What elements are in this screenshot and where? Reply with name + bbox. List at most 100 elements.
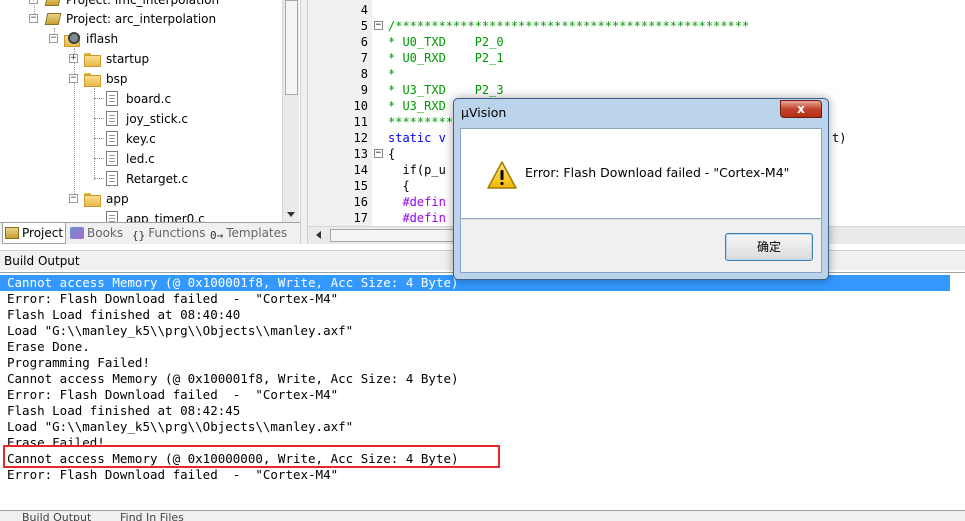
output-line[interactable]: Error: Flash Download failed - "Cortex-M… xyxy=(0,387,950,403)
scrollbar-thumb[interactable] xyxy=(330,229,456,242)
output-line[interactable]: Load "G:\\manley_k5\\prg\\Objects\\manle… xyxy=(0,419,950,435)
line-number: 8 xyxy=(360,67,368,81)
bottom-tab-bar: Build Output Find In Files xyxy=(0,510,965,521)
collapse-icon[interactable]: − xyxy=(49,34,58,43)
expand-icon[interactable]: + xyxy=(69,54,78,63)
fold-toggle-icon[interactable]: − xyxy=(374,21,383,30)
books-icon xyxy=(70,227,84,239)
tab-label: Functions xyxy=(148,226,206,240)
code-line: 4 xyxy=(308,2,965,18)
line-number: 5 xyxy=(360,19,368,33)
code-text: * U0_TXD P2_0 xyxy=(388,35,504,49)
pane-splitter[interactable] xyxy=(300,0,308,244)
line-number: 14 xyxy=(353,163,368,177)
tree-item-joy-stick-c[interactable]: joy_stick.c xyxy=(0,109,282,129)
code-text: if(p_u xyxy=(388,163,446,177)
line-number: 6 xyxy=(360,35,368,49)
tab-books[interactable]: Books xyxy=(68,223,128,244)
error-dialog: µVision x Error: Flash Download failed -… xyxy=(453,98,829,280)
code-line: 7 * U0_RXD P2_1 xyxy=(308,50,965,66)
code-line-12-tail: t) xyxy=(832,131,847,145)
output-line[interactable]: Load "G:\\manley_k5\\prg\\Objects\\manle… xyxy=(0,323,950,339)
line-number: 12 xyxy=(353,131,368,145)
tab-label: Project xyxy=(22,226,64,240)
tree-item-label: startup xyxy=(106,52,150,66)
tree-item-label: key.c xyxy=(126,132,156,146)
code-text: #defin xyxy=(388,195,446,209)
tree-item-bsp[interactable]: − bsp xyxy=(0,69,282,89)
expand-icon[interactable]: + xyxy=(29,0,38,4)
output-line[interactable]: Flash Load finished at 08:40:40 xyxy=(0,307,950,323)
tab-build-output[interactable]: Build Output xyxy=(22,511,91,521)
tree-item-project-arc[interactable]: − Project: arc_interpolation xyxy=(0,9,282,29)
file-icon xyxy=(106,111,118,126)
ok-button[interactable]: 确定 xyxy=(725,233,813,261)
dialog-footer: 确定 xyxy=(460,219,822,273)
line-number: 17 xyxy=(353,211,368,225)
tree-item-iflash[interactable]: − iflash xyxy=(0,29,282,49)
project-tree-pane: + Project: lmc_interpolation − Project: … xyxy=(0,0,300,222)
close-button[interactable]: x xyxy=(780,100,822,118)
tree-item-board-c[interactable]: board.c xyxy=(0,89,282,109)
tab-project[interactable]: Project xyxy=(2,223,66,244)
project-tree-scrollbar[interactable] xyxy=(282,0,299,222)
output-line[interactable]: Cannot access Memory (@ 0x100001f8, Writ… xyxy=(0,371,950,387)
collapse-icon[interactable]: − xyxy=(69,74,78,83)
line-number: 13 xyxy=(353,147,368,161)
tree-item-app[interactable]: − app xyxy=(0,189,282,209)
tree-item-label: iflash xyxy=(86,32,119,46)
functions-icon: {} xyxy=(132,229,146,242)
tree-item-label: app_timer0.c xyxy=(126,212,205,222)
tree-item-label: Retarget.c xyxy=(126,172,189,186)
tab-functions[interactable]: {} Functions xyxy=(130,223,206,244)
line-number: 7 xyxy=(360,51,368,65)
line-number: 15 xyxy=(353,179,368,193)
collapse-icon[interactable]: − xyxy=(29,14,38,23)
templates-icon: 0→ xyxy=(210,229,224,242)
tab-label: Books xyxy=(87,226,124,240)
collapse-icon[interactable]: − xyxy=(69,194,78,203)
code-text: * U0_RXD P2_1 xyxy=(388,51,504,65)
close-icon: x xyxy=(797,102,805,116)
code-text: #defin xyxy=(388,211,446,225)
code-line: 6 * U0_TXD P2_0 xyxy=(308,34,965,50)
fold-toggle-icon[interactable]: − xyxy=(374,149,383,158)
scroll-down-icon[interactable] xyxy=(287,212,295,217)
file-icon xyxy=(106,171,118,186)
line-number: 16 xyxy=(353,195,368,209)
error-highlight-box xyxy=(3,445,500,468)
output-line[interactable]: Flash Load finished at 08:42:45 xyxy=(0,403,950,419)
file-icon xyxy=(106,151,118,166)
tree-item-app-timer0-c[interactable]: app_timer0.c xyxy=(0,209,282,222)
output-line[interactable]: Programming Failed! xyxy=(0,355,950,371)
project-icon xyxy=(44,13,62,25)
dialog-message: Error: Flash Download failed - "Cortex-M… xyxy=(525,165,790,180)
code-text: { xyxy=(388,147,396,161)
build-output-pane[interactable]: Cannot access Memory (@ 0x100001f8, Writ… xyxy=(0,272,965,510)
tree-item-label: joy_stick.c xyxy=(126,112,189,126)
code-text: { xyxy=(388,179,410,193)
output-line[interactable]: Error: Flash Download failed - "Cortex-M… xyxy=(0,291,950,307)
tree-item-key-c[interactable]: key.c xyxy=(0,129,282,149)
output-line[interactable]: Erase Done. xyxy=(0,339,950,355)
tab-find-in-files[interactable]: Find In Files xyxy=(120,511,184,521)
code-text: /***************************************… xyxy=(388,19,750,33)
code-text: * xyxy=(388,67,396,81)
code-text: ********* xyxy=(388,115,454,129)
line-number: 9 xyxy=(360,83,368,97)
tree-item-startup[interactable]: + startup xyxy=(0,49,282,69)
file-icon xyxy=(106,131,118,146)
tree-item-led-c[interactable]: led.c xyxy=(0,149,282,169)
scroll-left-icon[interactable] xyxy=(316,231,321,239)
panel-tab-bar: Project Books {} Functions 0→ Templates xyxy=(0,222,300,244)
dialog-body: Error: Flash Download failed - "Cortex-M… xyxy=(460,128,822,219)
output-line[interactable]: Error: Flash Download failed - "Cortex-M… xyxy=(0,467,950,483)
scrollbar-thumb[interactable] xyxy=(285,0,298,95)
code-text: static v xyxy=(388,131,446,145)
tree-item-label: Project: arc_interpolation xyxy=(66,12,217,26)
code-line: 9 * U3_TXD P2_3 xyxy=(308,82,965,98)
tab-templates[interactable]: 0→ Templates xyxy=(208,223,288,244)
tree-item-retarget-c[interactable]: Retarget.c xyxy=(0,169,282,189)
tree-item-label: bsp xyxy=(106,72,128,86)
folder-open-icon xyxy=(84,73,101,87)
